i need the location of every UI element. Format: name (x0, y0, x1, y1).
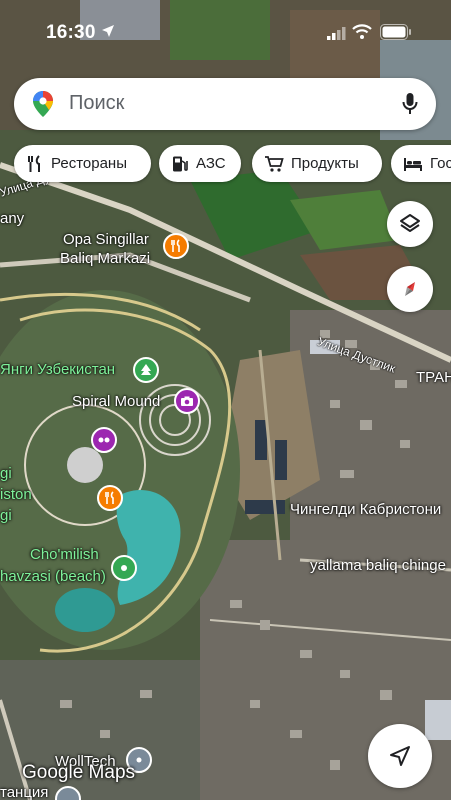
camera-icon[interactable] (174, 388, 200, 414)
shopping-cart-icon (264, 155, 284, 173)
map-label-yallama[interactable]: yallama baliq chinge (310, 557, 446, 574)
google-maps-logo: Google Maps (22, 762, 136, 783)
google-maps-pin-icon (33, 91, 53, 117)
map-label-opa-2[interactable]: Baliq Markazi (60, 250, 150, 267)
map-label-stantsiya[interactable]: танция (0, 784, 48, 800)
map-label-chomilish-2[interactable]: havzasi (beach) (0, 568, 106, 585)
chip-groceries[interactable]: Продукты (252, 145, 382, 182)
park-tree-icon[interactable] (133, 357, 159, 383)
wifi-icon (352, 24, 372, 39)
map-label-chingeldi[interactable]: Чингелди Кабристони (290, 501, 441, 518)
map-label-yangi[interactable]: Янги Узбекистан (0, 361, 115, 378)
chip-label: АЗС (196, 155, 226, 172)
status-time: 16:30 (46, 22, 96, 43)
status-bar: 16:30 (0, 0, 451, 66)
layers-button[interactable] (387, 201, 433, 247)
map-label-left-cut-4: any (0, 210, 25, 227)
my-location-button[interactable] (368, 724, 432, 788)
search-bar[interactable]: Поиск (14, 78, 436, 130)
compass-button[interactable] (387, 266, 433, 312)
layers-icon (400, 214, 420, 232)
chip-label: Рестораны (51, 155, 127, 172)
navigation-arrow-icon (390, 746, 410, 766)
map-label-left-cut-1: gi (0, 465, 12, 482)
chip-restaurants[interactable]: Рестораны (14, 145, 151, 182)
map-label-trans[interactable]: ТРАН (416, 369, 451, 386)
bed-icon (403, 156, 423, 172)
battery-icon (380, 24, 411, 40)
chip-label: Гос (430, 155, 451, 172)
fork-knife-icon (26, 154, 44, 173)
chip-gas-stations[interactable]: АЗС (159, 145, 241, 182)
fork-knife-icon[interactable] (163, 233, 189, 259)
signal-icon (327, 27, 346, 40)
location-arrow-icon (102, 25, 114, 37)
search-input[interactable]: Поиск (69, 92, 124, 115)
map-label-chomilish-1[interactable]: Cho'milish (30, 546, 99, 563)
beach-icon[interactable] (111, 555, 137, 581)
microphone-icon[interactable] (402, 92, 418, 116)
map-label-spiral[interactable]: Spiral Mound (72, 393, 160, 410)
fork-knife-icon[interactable] (97, 485, 123, 511)
compass-icon (405, 282, 415, 296)
chip-label: Продукты (291, 155, 359, 172)
gas-station-icon (171, 155, 189, 173)
map-label-opa-1[interactable]: Opa Singillar (63, 231, 149, 248)
map-label-left-cut-3: gi (0, 507, 12, 524)
chip-hotels[interactable]: Гос (391, 145, 451, 182)
map-label-left-cut-2: iston (0, 486, 32, 503)
attraction-icon[interactable] (91, 427, 117, 453)
